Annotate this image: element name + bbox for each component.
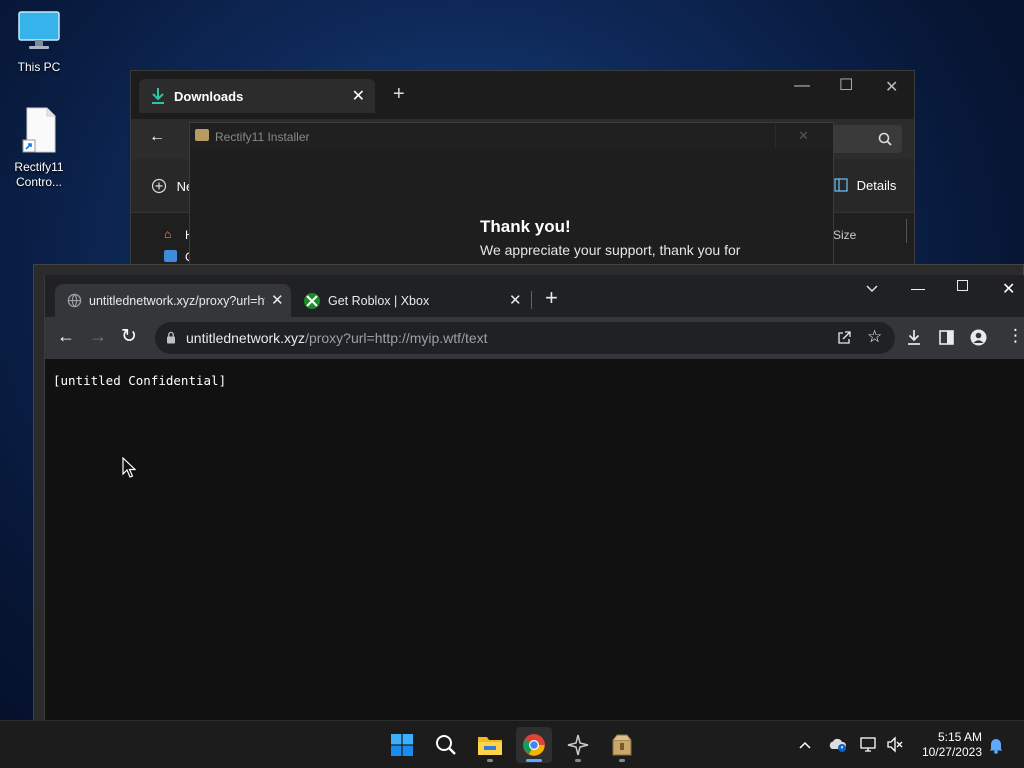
mouse-cursor-icon — [122, 457, 136, 478]
running-indicator — [487, 759, 493, 762]
chrome-window: untitlednetwork.xyz/proxy?url=ht ✕ Get R… — [44, 275, 1024, 721]
file-shortcut-icon — [22, 107, 56, 153]
column-divider — [906, 219, 907, 243]
installer-titlebar: Rectify11 Installer — [190, 123, 833, 149]
search-icon — [436, 735, 456, 755]
minimize-icon[interactable]: — — [794, 77, 810, 95]
home-icon: ⌂ — [164, 227, 172, 241]
lock-icon — [167, 331, 175, 344]
clock-date: 10/27/2023 — [921, 745, 982, 759]
taskbar-clock[interactable]: 5:15 AM 10/27/2023 — [922, 730, 982, 760]
windows-logo-icon — [391, 734, 413, 756]
new-tab-icon[interactable]: + — [545, 285, 558, 311]
running-indicator — [575, 759, 581, 762]
start-button[interactable] — [384, 727, 420, 763]
url-domain: untitlednetwork.xyz — [186, 330, 306, 346]
page-text: [untitled Confidential] — [53, 373, 227, 388]
installer-app-icon — [195, 129, 209, 141]
notification-bell-icon[interactable] — [988, 736, 1004, 754]
desktop-icon-this-pc[interactable]: This PC — [7, 10, 71, 75]
profile-avatar-icon[interactable] — [970, 329, 987, 346]
taskbar-app-sparkle[interactable] — [560, 727, 596, 763]
explorer-tab-title: Downloads — [174, 89, 244, 104]
close-tab-icon[interactable]: ✕ — [509, 291, 522, 309]
maximize-icon[interactable] — [957, 280, 968, 291]
back-arrow-icon[interactable]: ← — [149, 128, 165, 146]
taskbar-file-explorer[interactable] — [472, 727, 508, 763]
monitor-icon — [18, 11, 60, 49]
installer-close-area[interactable]: ✕ — [775, 123, 835, 149]
installer-package-icon — [612, 734, 632, 756]
explorer-tab-downloads[interactable]: Downloads ✕ — [139, 79, 375, 113]
running-indicator — [619, 759, 625, 762]
gallery-icon — [164, 250, 177, 262]
installer-window: Rectify11 Installer ✕ Thank you! We appr… — [189, 122, 834, 282]
url-text: untitlednetwork.xyz/proxy?url=http://myi… — [186, 330, 488, 346]
xbox-icon — [304, 293, 320, 309]
close-icon[interactable]: ✕ — [798, 128, 809, 144]
page-content: [untitled Confidential] — [45, 359, 1024, 721]
search-button[interactable] — [428, 727, 464, 763]
globe-icon — [67, 293, 82, 308]
chrome-toolbar: ← → ↻ untitlednetwork.xyz/proxy?url=http… — [45, 317, 1024, 359]
details-button-label: Details — [856, 178, 897, 193]
new-button[interactable]: Ne — [151, 178, 193, 194]
onedrive-icon[interactable] — [828, 737, 848, 753]
more-menu-icon[interactable]: ⋮ — [1007, 326, 1024, 346]
volume-muted-icon[interactable] — [886, 736, 904, 753]
chrome-tab-proxy[interactable]: untitlednetwork.xyz/proxy?url=ht ✕ — [55, 284, 291, 317]
maximize-icon[interactable]: ☐ — [839, 75, 853, 95]
details-pane-icon — [834, 178, 848, 192]
running-indicator — [526, 759, 542, 762]
taskbar-chrome[interactable] — [516, 727, 552, 763]
clock-time: 5:15 AM — [937, 730, 982, 744]
taskbar-installer[interactable] — [604, 727, 640, 763]
plus-circle-icon — [151, 178, 167, 194]
column-header-size[interactable]: Size — [833, 228, 856, 242]
download-icon — [152, 88, 164, 104]
forward-arrow-icon[interactable]: → — [89, 326, 107, 347]
explorer-tabbar: Downloads ✕ + — ☐ ✕ — [131, 71, 914, 119]
chrome-tab-title: Get Roblox | Xbox — [328, 294, 430, 308]
taskbar: 5:15 AM 10/27/2023 — [0, 720, 1024, 768]
url-path: /proxy?url=http://myip.wtf/text — [305, 330, 488, 346]
minimize-icon[interactable]: — — [911, 280, 925, 296]
address-bar[interactable]: untitlednetwork.xyz/proxy?url=http://myi… — [155, 322, 895, 354]
chrome-tab-roblox[interactable]: Get Roblox | Xbox ✕ — [295, 284, 529, 317]
share-icon[interactable] — [836, 330, 852, 346]
bookmark-star-icon[interactable]: ☆ — [867, 327, 882, 347]
search-icon — [878, 132, 892, 146]
chrome-icon — [523, 734, 545, 756]
tab-search-chevron-icon[interactable] — [865, 284, 879, 294]
desktop-icon-rectify11-control[interactable]: Rectify11 Contro... — [7, 106, 71, 190]
download-icon[interactable] — [906, 329, 922, 346]
chevron-up-icon[interactable] — [798, 740, 812, 750]
close-window-icon[interactable]: ✕ — [885, 77, 898, 97]
desktop-icon-label: This PC — [17, 60, 61, 74]
close-icon[interactable]: ✕ — [352, 86, 365, 106]
chrome-tabstrip: untitlednetwork.xyz/proxy?url=ht ✕ Get R… — [45, 275, 1024, 317]
details-button[interactable]: Details — [834, 178, 896, 193]
desktop-icon-label: Rectify11 Contro... — [14, 160, 64, 189]
installer-title: Rectify11 Installer — [215, 130, 310, 144]
new-tab-icon[interactable]: + — [393, 83, 405, 106]
side-panel-icon[interactable] — [939, 330, 954, 345]
tab-separator — [531, 291, 532, 309]
installer-heading: Thank you! — [480, 217, 571, 236]
close-tab-icon[interactable]: ✕ — [271, 291, 284, 309]
chrome-tab-title: untitlednetwork.xyz/proxy?url=ht — [89, 294, 265, 308]
back-arrow-icon[interactable]: ← — [57, 326, 75, 347]
shell-app-icon — [567, 734, 589, 756]
folder-icon — [478, 737, 502, 755]
reload-icon[interactable]: ↻ — [121, 325, 137, 348]
network-icon[interactable] — [860, 736, 878, 753]
close-window-icon[interactable]: ✕ — [1002, 279, 1015, 299]
